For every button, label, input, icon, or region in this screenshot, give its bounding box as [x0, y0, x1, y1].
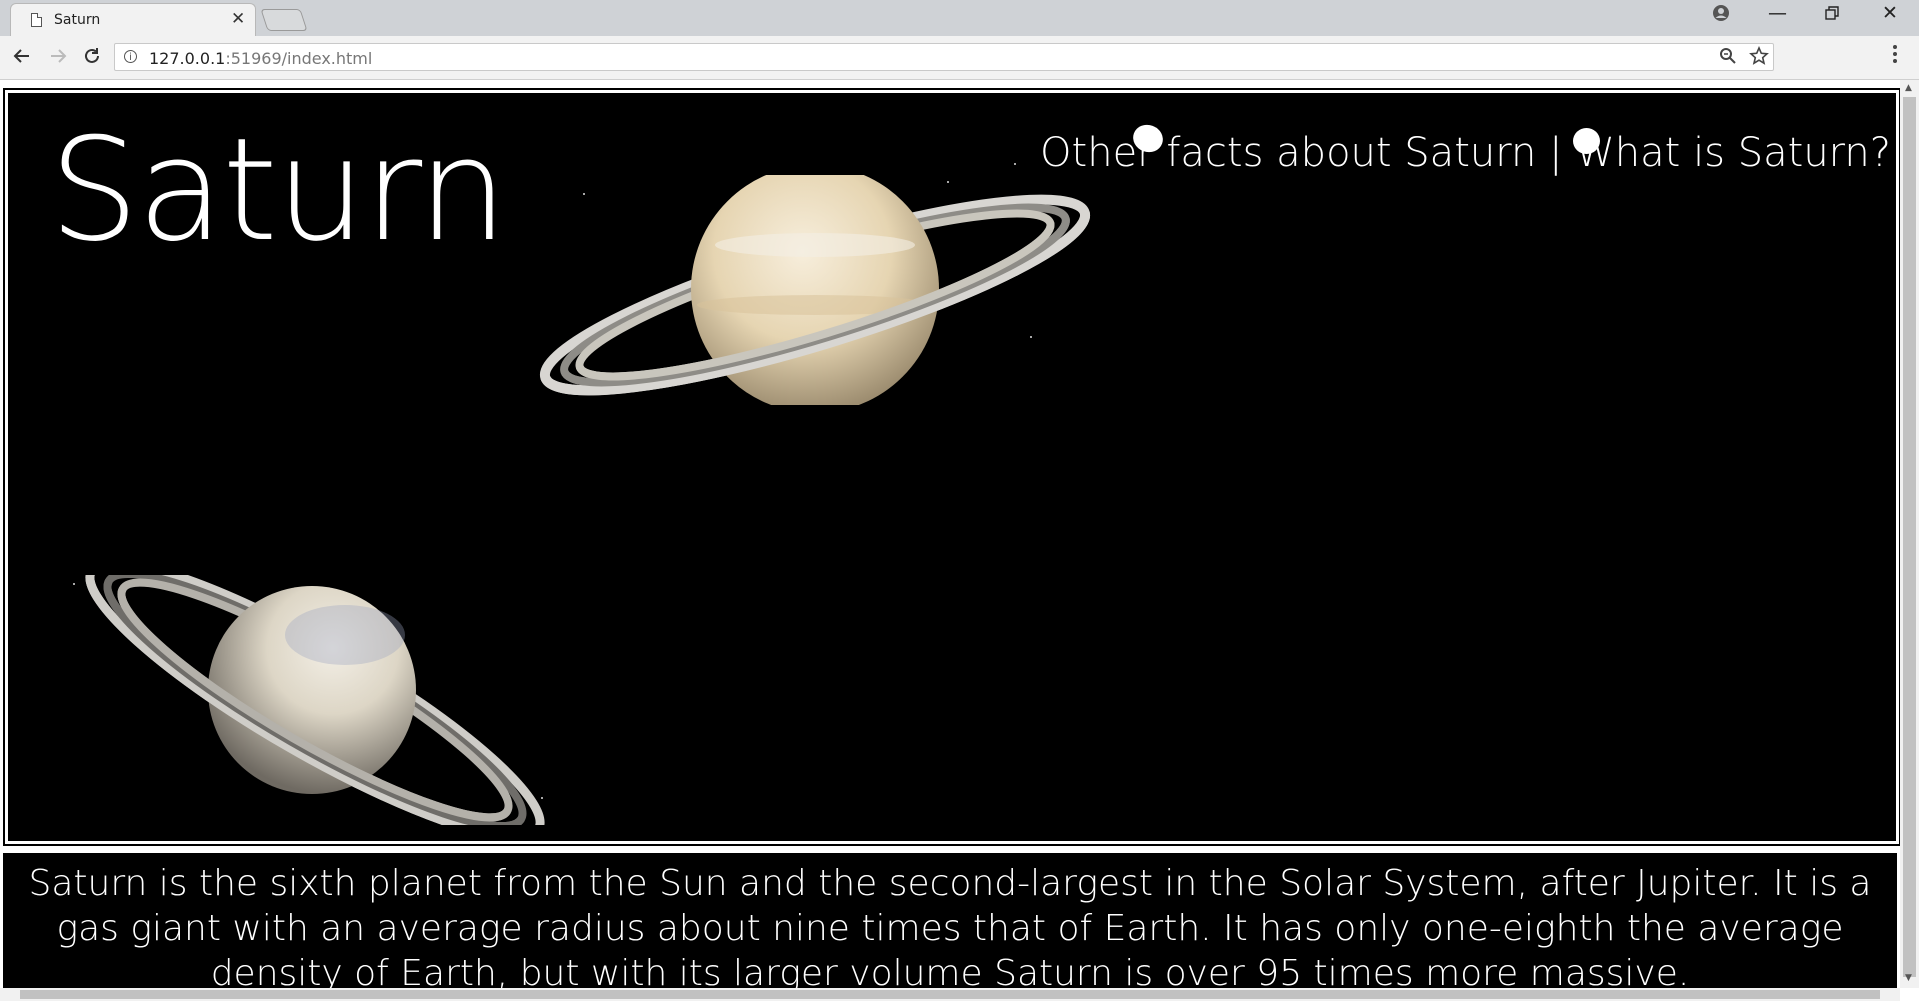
restore-icon[interactable]	[1824, 4, 1840, 26]
saturn-image-top	[539, 175, 1091, 405]
document-icon	[31, 13, 42, 27]
horizontal-scrollbar[interactable]	[0, 988, 1900, 1001]
tab-close-button[interactable]: ✕	[231, 9, 245, 29]
close-window-icon[interactable]: ✕	[1882, 2, 1898, 24]
nav-link-other-facts[interactable]: Other facts about Saturn	[1040, 130, 1536, 176]
vertical-scrollbar[interactable]: ▲ ▼	[1900, 80, 1919, 988]
star-dot	[1014, 163, 1016, 165]
scrollbar-thumb[interactable]	[1903, 97, 1916, 977]
zoom-icon[interactable]	[1719, 47, 1737, 70]
hero-section: Saturn Other facts about Saturn | What i…	[3, 88, 1900, 846]
scroll-down-icon[interactable]: ▼	[1905, 973, 1912, 983]
saturn-image-bottom	[85, 575, 545, 825]
star-icon[interactable]	[1749, 45, 1769, 71]
url-text: 127.0.0.1:51969/index.html	[149, 49, 373, 68]
browser-toolbar: i 127.0.0.1:51969/index.html	[0, 36, 1919, 80]
reload-icon[interactable]	[82, 46, 102, 71]
new-tab-button[interactable]	[260, 9, 308, 31]
browser-tab[interactable]: Saturn ✕	[10, 3, 256, 36]
account-icon[interactable]	[1712, 4, 1730, 27]
back-arrow-icon[interactable]	[12, 46, 32, 71]
top-navigation: Other facts about Saturn | What is Satur…	[1040, 130, 1891, 176]
address-bar[interactable]: i 127.0.0.1:51969/index.html	[114, 43, 1774, 71]
forward-arrow-icon[interactable]	[48, 46, 68, 71]
scrollbar-thumb[interactable]	[20, 990, 1880, 999]
kebab-menu-icon[interactable]	[1892, 44, 1898, 69]
tab-bar: Saturn ✕ — ✕	[0, 0, 1919, 36]
site-info-icon[interactable]: i	[124, 50, 137, 63]
scroll-up-icon[interactable]: ▲	[1905, 83, 1912, 93]
tab-title: Saturn	[54, 12, 101, 28]
minimize-icon[interactable]: —	[1768, 2, 1787, 24]
nav-separator: |	[1549, 130, 1563, 176]
nav-link-what-is-saturn[interactable]: What is Saturn?	[1575, 130, 1891, 176]
page-viewport: Saturn Other facts about Saturn | What i…	[0, 80, 1900, 988]
saturn-description: Saturn is the sixth planet from the Sun …	[28, 863, 1872, 988]
page-title: Saturn	[49, 108, 508, 273]
description-section: Saturn is the sixth planet from the Sun …	[3, 850, 1897, 988]
moon-decoration	[1573, 128, 1600, 154]
